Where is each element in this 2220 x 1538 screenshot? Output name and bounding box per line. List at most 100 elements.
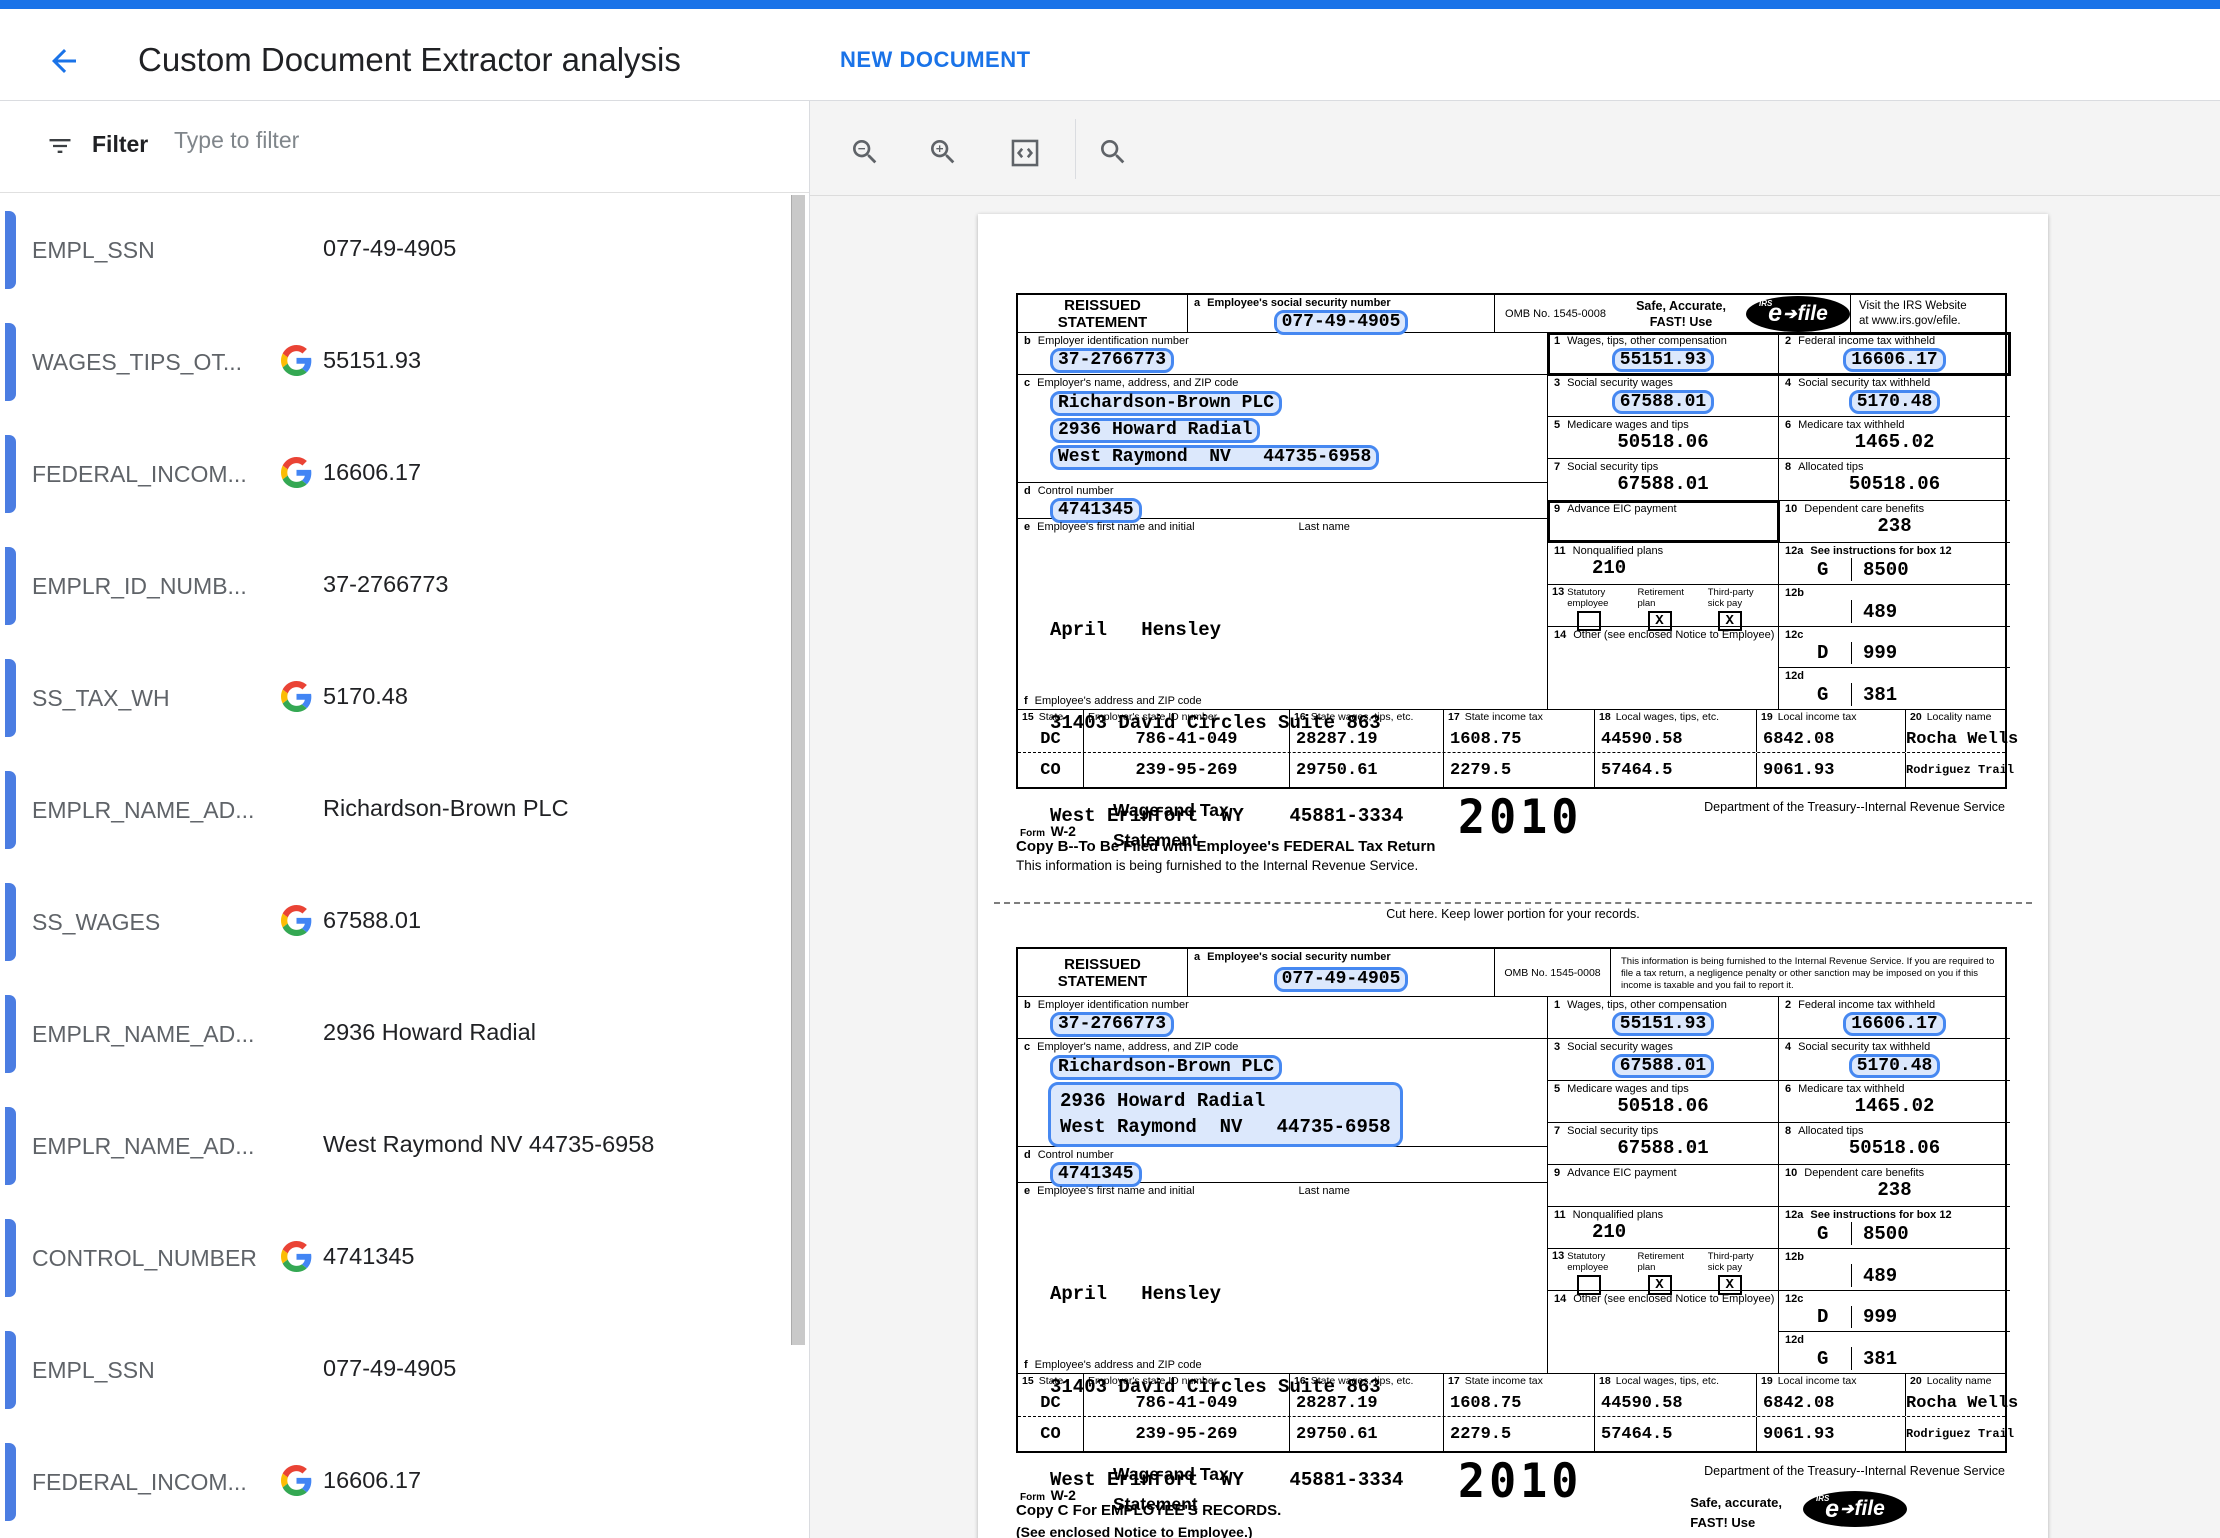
- form-w2-label: Form W-2: [1020, 823, 1076, 839]
- box-9-10-row: 9Advance EIC payment 10Dependent care be…: [1548, 501, 2010, 543]
- federal-tax-highlight[interactable]: 16606.17: [1843, 348, 1945, 372]
- search-icon: [1097, 136, 1129, 168]
- field-value-wrap: 4741345: [281, 1241, 415, 1272]
- employer-city-highlight[interactable]: West Raymond NV 44735-6958: [1050, 445, 1379, 470]
- box-14-12c-12d-row: 14Other (see enclosed Notice to Employee…: [1548, 1291, 2010, 1373]
- zoom-in-icon: [927, 136, 959, 168]
- field-value-wrap: 37-2766773: [281, 569, 448, 600]
- box-4-ss-tax: 4Social security tax withheld 5170.48: [1779, 1039, 2010, 1080]
- zoom-in-button[interactable]: [921, 130, 965, 174]
- control-number-highlight[interactable]: 4741345: [1050, 1162, 1142, 1187]
- wages-highlight[interactable]: 55151.93: [1612, 348, 1714, 372]
- box-6-medicare-tax: 6Medicare tax withheld 1465.02: [1779, 417, 2010, 458]
- search-button[interactable]: [1091, 130, 1135, 174]
- ss-wages-highlight[interactable]: 67588.01: [1612, 1054, 1714, 1078]
- field-list-item[interactable]: FEDERAL_INCOM... 16606.17: [0, 418, 787, 530]
- state-table-row: DC 786-41-049 28287.19 1608.75 44590.58 …: [1018, 726, 2005, 753]
- state-tax-table: 15State Employer's state ID number 16Sta…: [1018, 1373, 2005, 1451]
- field-accent-bar: [5, 771, 16, 849]
- view-source-button[interactable]: [1002, 130, 1046, 174]
- field-name: EMPLR_NAME_AD...: [32, 1133, 267, 1160]
- ssn-highlight[interactable]: 077-49-4905: [1274, 967, 1409, 992]
- field-list-item[interactable]: SS_TAX_WH 5170.48: [0, 642, 787, 754]
- box-3-4-row: 3Social security wages 67588.01 4Social …: [1548, 1039, 2010, 1081]
- copy-designation: Copy B--To Be Filed with Employee's FEDE…: [1016, 838, 1435, 855]
- field-accent-bar: [5, 1219, 16, 1297]
- omb-number: OMB No. 1545-0008: [1495, 949, 1611, 996]
- box-3-ss-wages: 3Social security wages 67588.01: [1548, 1039, 1779, 1080]
- filter-input[interactable]: [174, 127, 734, 154]
- ss-tax-highlight[interactable]: 5170.48: [1849, 1054, 1941, 1078]
- employer-address-highlight[interactable]: 2936 Howard Radial West Raymond NV 44735…: [1048, 1082, 1403, 1147]
- google-normalized-icon: [281, 457, 312, 488]
- back-button[interactable]: [44, 42, 84, 82]
- w2-header-row: REISSUEDSTATEMENT aEmployee's social sec…: [1018, 295, 2005, 333]
- field-list-item[interactable]: EMPLR_ID_NUMB... 37-2766773: [0, 530, 787, 642]
- treasury-department-text: Department of the Treasury--Internal Rev…: [1704, 1464, 2005, 1478]
- field-accent-bar: [5, 995, 16, 1073]
- field-name: FEDERAL_INCOM...: [32, 1469, 267, 1496]
- box-f-address-label: fEmployee's address and ZIP code: [1018, 693, 1547, 709]
- viewer-toolbar: [810, 101, 2220, 196]
- field-value: Richardson-Brown PLC: [323, 795, 569, 822]
- new-document-button[interactable]: NEW DOCUMENT: [840, 47, 1031, 73]
- cut-here-dashed-line: [994, 902, 2032, 904]
- app-header: Custom Document Extractor analysis NEW D…: [0, 9, 2220, 101]
- box-a-ssn: aEmployee's social security number 077-4…: [1188, 295, 1495, 332]
- field-list-item[interactable]: EMPL_SSN 077-49-4905: [0, 194, 787, 306]
- main-layout: Filter EMPL_SSN 077-49-4905: [0, 101, 2220, 1538]
- safe-accurate-text: Safe, Accurate,FAST! Use: [1616, 298, 1746, 330]
- ss-wages-highlight[interactable]: 67588.01: [1612, 390, 1714, 414]
- box-d-control-number: dControl number 4741345: [1018, 483, 1547, 519]
- left-panel-scrollbar[interactable]: [791, 195, 805, 1345]
- wages-highlight[interactable]: 55151.93: [1612, 1012, 1714, 1036]
- field-list-item[interactable]: EMPLR_NAME_AD... West Raymond NV 44735-6…: [0, 1090, 787, 1202]
- document-canvas[interactable]: REISSUEDSTATEMENT aEmployee's social sec…: [810, 197, 2220, 1538]
- box-2-federal-tax: 2Federal income tax withheld 16606.17: [1779, 997, 2010, 1038]
- field-list-item[interactable]: EMPLR_NAME_AD... 2936 Howard Radial: [0, 978, 787, 1090]
- box-9-advance-eic: 9Advance EIC payment: [1548, 1165, 1779, 1206]
- employee-name: April Hensley: [1050, 1279, 1547, 1310]
- employer-name-highlight[interactable]: Richardson-Brown PLC: [1050, 1055, 1282, 1080]
- tax-year: 2010: [1458, 789, 1582, 845]
- field-list-item[interactable]: EMPLR_NAME_AD... Richardson-Brown PLC: [0, 754, 787, 866]
- copy-note: This information is being furnished to t…: [1016, 858, 1418, 873]
- zoom-out-button[interactable]: [843, 130, 887, 174]
- field-value: 55151.93: [323, 347, 421, 374]
- field-name: FEDERAL_INCOM...: [32, 461, 267, 488]
- box-13-12b-row: 13 Statutoryemployee Retirementplan X Th…: [1548, 1249, 2010, 1291]
- ss-tax-highlight[interactable]: 5170.48: [1849, 390, 1941, 414]
- ein-highlight[interactable]: 37-2766773: [1050, 1012, 1174, 1037]
- box-5-6-row: 5Medicare wages and tips 50518.06 6Medic…: [1548, 1081, 2010, 1123]
- field-list: EMPL_SSN 077-49-4905 WAGES_TIPS_OT: [0, 194, 787, 1538]
- employer-name-highlight[interactable]: Richardson-Brown PLC: [1050, 391, 1282, 416]
- field-accent-bar: [5, 883, 16, 961]
- employer-street-highlight[interactable]: 2936 Howard Radial: [1050, 418, 1260, 443]
- field-list-item[interactable]: CONTROL_NUMBER 4741345: [0, 1202, 787, 1314]
- google-normalized-icon: [281, 1241, 312, 1272]
- ein-highlight[interactable]: 37-2766773: [1050, 348, 1174, 373]
- box-1-2-row: 1Wages, tips, other compensation 55151.9…: [1548, 997, 2010, 1039]
- field-value: 077-49-4905: [323, 1355, 456, 1382]
- box-4-ss-tax: 4Social security tax withheld 5170.48: [1779, 375, 2010, 416]
- field-list-item[interactable]: WAGES_TIPS_OT... 55151.93: [0, 306, 787, 418]
- google-normalized-icon: [281, 1465, 312, 1496]
- control-number-highlight[interactable]: 4741345: [1050, 498, 1142, 523]
- copy-designation: Copy C For EMPLOYEE'S RECORDS.: [1016, 1502, 1281, 1519]
- ssn-highlight[interactable]: 077-49-4905: [1274, 310, 1409, 335]
- field-list-item[interactable]: SS_WAGES 67588.01: [0, 866, 787, 978]
- box-7-ss-tips: 7Social security tips 67588.01: [1548, 459, 1779, 500]
- omb-number: OMB No. 1545-0008: [1495, 308, 1616, 320]
- field-list-item[interactable]: FEDERAL_INCOM... 16606.17: [0, 1426, 787, 1538]
- state-table-header: 15State Employer's state ID number 16Sta…: [1018, 710, 2005, 726]
- field-value: 37-2766773: [323, 571, 448, 598]
- copy-c-disclaimer: This information is being furnished to t…: [1611, 953, 2005, 992]
- federal-tax-highlight[interactable]: 16606.17: [1843, 1012, 1945, 1036]
- field-name: WAGES_TIPS_OT...: [32, 349, 267, 376]
- box-6-medicare-tax: 6Medicare tax withheld 1465.02: [1779, 1081, 2010, 1122]
- field-list-item[interactable]: EMPL_SSN 077-49-4905: [0, 1314, 787, 1426]
- field-value-wrap: 2936 Howard Radial: [281, 1017, 536, 1048]
- w2-header-row: REISSUEDSTATEMENT aEmployee's social sec…: [1018, 949, 2005, 997]
- box-11-12a-row: 11Nonqualified plans 210 12aSee instruct…: [1548, 543, 2010, 585]
- box-10-dependent-care: 10Dependent care benefits 238: [1779, 1165, 2010, 1206]
